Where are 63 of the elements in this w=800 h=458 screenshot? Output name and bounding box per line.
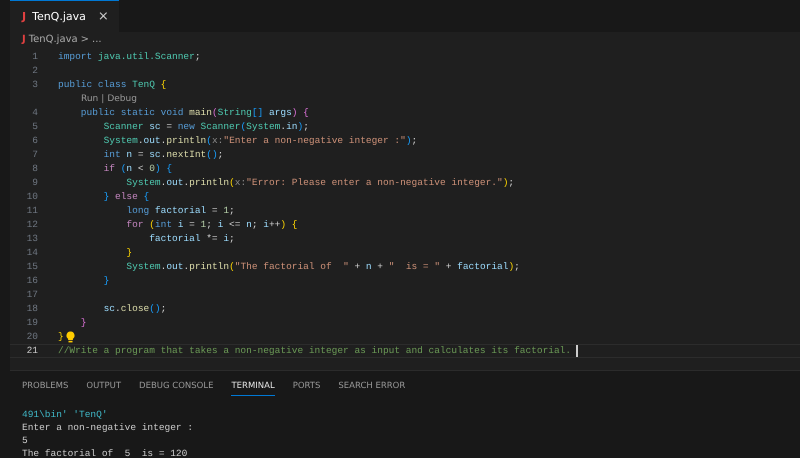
code-line: System.out.println(x:"Enter a non-negative integer :"); (102, 134, 418, 148)
line-number: 4 (31, 106, 38, 120)
code-line: sc.close(); (102, 302, 166, 316)
code-line: } else { (102, 190, 150, 204)
tab-label: TenQ.java (32, 10, 86, 23)
terminal-line: 491\bin' 'TenQ' (22, 408, 109, 421)
code-line: import java.util.Scanner; (58, 50, 201, 64)
code-line: public static void main(String[] args) { (80, 106, 309, 120)
line-number: 15 (26, 260, 38, 274)
code-line: factorial *= i; (148, 232, 235, 246)
panel-tab[interactable]: TERMINAL (231, 381, 275, 396)
debug-link[interactable]: Debug (107, 92, 137, 106)
line-number: 19 (26, 316, 38, 330)
panel-tab[interactable]: OUTPUT (86, 381, 122, 396)
line-number: 6 (31, 134, 38, 148)
code-line: System.out.println("The factorial of " + n + " is = " + factorial); (125, 260, 520, 274)
code-line: long factorial = 1; (125, 204, 235, 218)
code-line: Scanner sc = new Scanner(System.in); (102, 120, 309, 134)
line-number: 3 (31, 78, 38, 92)
line-number: 12 (26, 218, 38, 232)
code-line: } (58, 330, 64, 344)
java-file-icon: J (22, 34, 26, 44)
code-line: int n = sc.nextInt(); (102, 148, 224, 162)
code-line: //Write a program that takes a non-negative integer as input and calculates its factorial. (58, 344, 572, 358)
code-line: if (n < 0) { (102, 162, 172, 176)
terminal-line: Enter a non-negative integer : (22, 421, 194, 434)
codelens-separator: | (101, 93, 104, 106)
code-line: } (125, 246, 132, 260)
panel-tab[interactable]: DEBUG CONSOLE (139, 381, 214, 396)
editor-tab[interactable]: J TenQ.java × (10, 0, 119, 32)
lightbulb-icon[interactable] (66, 331, 75, 343)
line-number: 20 (26, 330, 38, 344)
text-cursor (576, 345, 578, 357)
code-line: } (80, 316, 87, 330)
line-number: 18 (26, 302, 38, 316)
breadcrumb-more[interactable]: ... (92, 34, 102, 44)
line-number: 14 (26, 246, 38, 260)
line-number: 9 (31, 176, 38, 190)
code-line: System.out.println(x:"Error: Please enter a non-negative integer."); (125, 176, 514, 190)
run-link[interactable]: Run (81, 92, 98, 106)
line-number: 16 (26, 274, 38, 288)
line-number: 5 (31, 120, 38, 134)
panel-tab[interactable]: PROBLEMS (22, 381, 68, 396)
line-number: 13 (26, 232, 38, 246)
close-icon[interactable]: × (98, 9, 109, 24)
code-line: } (102, 274, 110, 288)
breadcrumb-separator: > (80, 34, 90, 44)
java-file-icon: J (22, 10, 26, 23)
line-number: 8 (31, 162, 38, 176)
panel-tab[interactable]: SEARCH ERROR (338, 381, 406, 396)
breadcrumb-file[interactable]: TenQ.java (28, 34, 78, 44)
line-number: 10 (26, 190, 38, 204)
code-line: public class TenQ { (58, 78, 166, 92)
code-line: for (int i = 1; i <= n; i++) { (125, 218, 298, 232)
line-number: 11 (26, 204, 38, 218)
terminal-line: The factorial of 5 is = 120 (22, 447, 188, 458)
line-number: 21 (26, 344, 38, 358)
line-number: 2 (31, 64, 38, 78)
line-number: 17 (26, 288, 38, 302)
line-number: 1 (31, 50, 38, 64)
line-number: 7 (31, 148, 38, 162)
panel-tab[interactable]: PORTS (292, 381, 320, 396)
terminal-line: 5 (22, 434, 29, 447)
